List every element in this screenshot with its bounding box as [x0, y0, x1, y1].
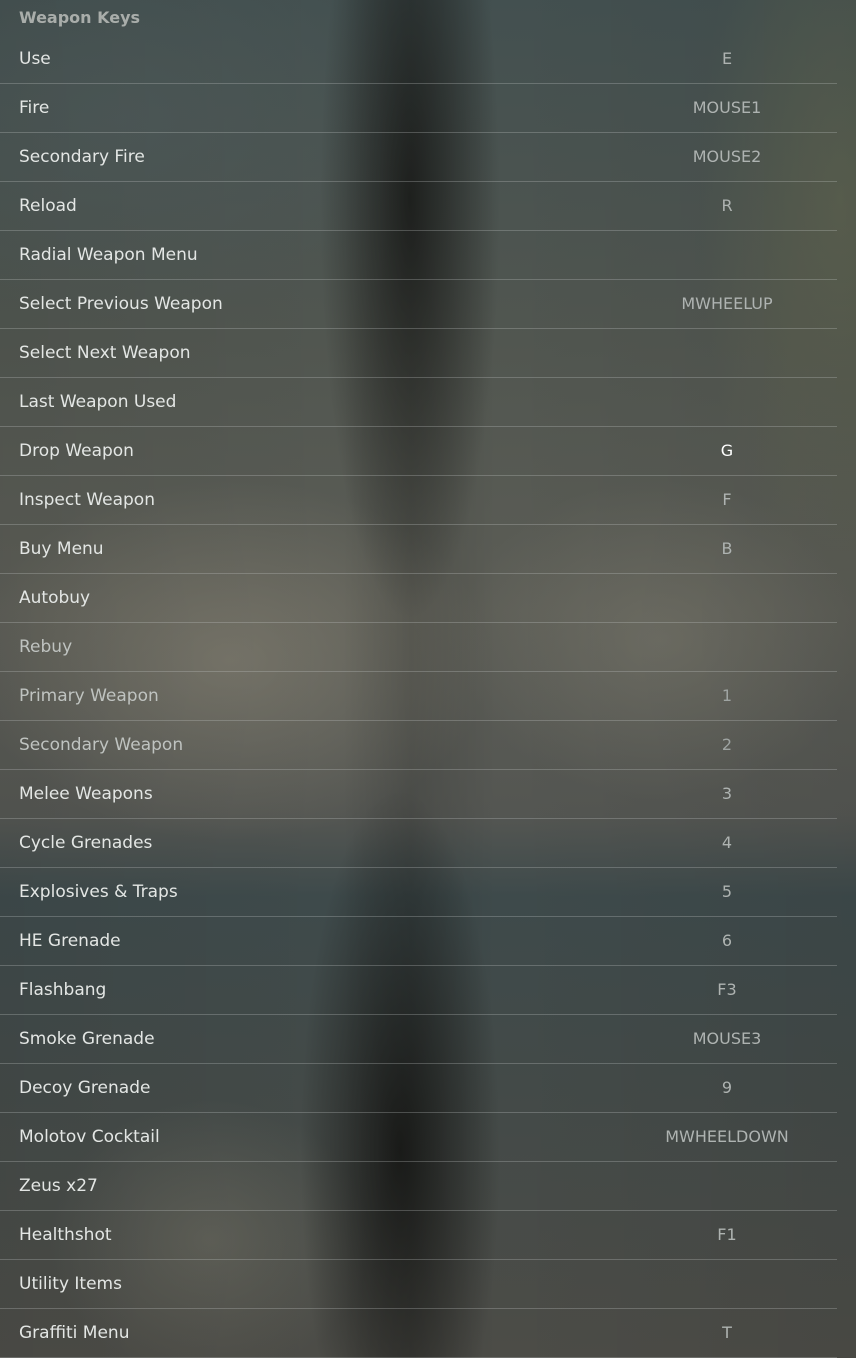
- binding-label: Secondary Fire: [19, 147, 145, 167]
- binding-label: Zeus x27: [19, 1176, 98, 1196]
- binding-row-flashbang[interactable]: Flashbang F3: [0, 966, 837, 1015]
- binding-label: Utility Items: [19, 1274, 122, 1294]
- binding-row-buy-menu[interactable]: Buy Menu B: [0, 525, 837, 574]
- binding-label: Flashbang: [19, 980, 107, 1000]
- binding-label: Secondary Weapon: [19, 735, 184, 755]
- binding-label: Cycle Grenades: [19, 833, 153, 853]
- binding-key[interactable]: 1: [617, 672, 837, 720]
- binding-label: Molotov Cocktail: [19, 1127, 160, 1147]
- binding-label: Melee Weapons: [19, 784, 153, 804]
- binding-row-melee-weapons[interactable]: Melee Weapons 3: [0, 770, 837, 819]
- binding-row-last-weapon-used[interactable]: Last Weapon Used: [0, 378, 837, 427]
- binding-key[interactable]: B: [617, 525, 837, 573]
- binding-row-cycle-grenades[interactable]: Cycle Grenades 4: [0, 819, 837, 868]
- binding-row-select-next-weapon[interactable]: Select Next Weapon: [0, 329, 837, 378]
- binding-key[interactable]: F1: [617, 1211, 837, 1259]
- binding-label: HE Grenade: [19, 931, 121, 951]
- binding-key[interactable]: F3: [617, 966, 837, 1014]
- binding-label: Radial Weapon Menu: [19, 245, 198, 265]
- binding-label: Last Weapon Used: [19, 392, 177, 412]
- binding-row-healthshot[interactable]: Healthshot F1: [0, 1211, 837, 1260]
- binding-row-molotov-cocktail[interactable]: Molotov Cocktail MWHEELDOWN: [0, 1113, 837, 1162]
- binding-row-fire[interactable]: Fire MOUSE1: [0, 84, 837, 133]
- binding-label: Rebuy: [19, 637, 73, 657]
- section-title: Weapon Keys: [19, 8, 141, 27]
- binding-row-drop-weapon[interactable]: Drop Weapon G: [0, 427, 837, 476]
- binding-key[interactable]: MWHEELDOWN: [617, 1113, 837, 1161]
- binding-key[interactable]: 4: [617, 819, 837, 867]
- binding-key[interactable]: MOUSE2: [617, 133, 837, 181]
- binding-row-utility-items[interactable]: Utility Items: [0, 1260, 837, 1309]
- binding-key[interactable]: MOUSE1: [617, 84, 837, 132]
- binding-row-primary-weapon[interactable]: Primary Weapon 1: [0, 672, 837, 721]
- binding-label: Autobuy: [19, 588, 91, 608]
- binding-key[interactable]: MOUSE3: [617, 1015, 837, 1063]
- binding-label: Explosives & Traps: [19, 882, 178, 902]
- binding-label: Smoke Grenade: [19, 1029, 155, 1049]
- binding-key[interactable]: E: [617, 35, 837, 83]
- binding-row-he-grenade[interactable]: HE Grenade 6: [0, 917, 837, 966]
- binding-key[interactable]: F: [617, 476, 837, 524]
- binding-label: Fire: [19, 98, 50, 118]
- binding-key[interactable]: T: [617, 1309, 837, 1357]
- binding-row-select-previous-weapon[interactable]: Select Previous Weapon MWHEELUP: [0, 280, 837, 329]
- binding-key[interactable]: MWHEELUP: [617, 280, 837, 328]
- binding-label: Decoy Grenade: [19, 1078, 151, 1098]
- binding-row-use[interactable]: Use E: [0, 35, 837, 84]
- binding-key[interactable]: R: [617, 182, 837, 230]
- binding-label: Select Next Weapon: [19, 343, 191, 363]
- binding-row-radial-weapon-menu[interactable]: Radial Weapon Menu: [0, 231, 837, 280]
- binding-row-smoke-grenade[interactable]: Smoke Grenade MOUSE3: [0, 1015, 837, 1064]
- binding-key[interactable]: 5: [617, 868, 837, 916]
- binding-label: Reload: [19, 196, 77, 216]
- weapon-keys-panel: Weapon Keys Use E Fire MOUSE1 Secondary …: [0, 0, 856, 1358]
- binding-row-decoy-grenade[interactable]: Decoy Grenade 9: [0, 1064, 837, 1113]
- binding-key[interactable]: 9: [617, 1064, 837, 1112]
- binding-row-zeus-x27[interactable]: Zeus x27: [0, 1162, 837, 1211]
- binding-row-autobuy[interactable]: Autobuy: [0, 574, 837, 623]
- binding-label: Primary Weapon: [19, 686, 159, 706]
- binding-row-rebuy[interactable]: Rebuy: [0, 623, 837, 672]
- binding-row-secondary-weapon[interactable]: Secondary Weapon 2: [0, 721, 837, 770]
- binding-row-reload[interactable]: Reload R: [0, 182, 837, 231]
- binding-label: Inspect Weapon: [19, 490, 155, 510]
- binding-key[interactable]: 3: [617, 770, 837, 818]
- binding-row-graffiti-menu[interactable]: Graffiti Menu T: [0, 1309, 837, 1358]
- binding-label: Select Previous Weapon: [19, 294, 223, 314]
- binding-row-secondary-fire[interactable]: Secondary Fire MOUSE2: [0, 133, 837, 182]
- binding-label: Drop Weapon: [19, 441, 134, 461]
- binding-label: Healthshot: [19, 1225, 112, 1245]
- binding-key[interactable]: G: [617, 427, 837, 475]
- binding-row-inspect-weapon[interactable]: Inspect Weapon F: [0, 476, 837, 525]
- binding-key[interactable]: 6: [617, 917, 837, 965]
- binding-row-explosives-traps[interactable]: Explosives & Traps 5: [0, 868, 837, 917]
- binding-label: Use: [19, 49, 51, 69]
- binding-label: Buy Menu: [19, 539, 104, 559]
- binding-label: Graffiti Menu: [19, 1323, 130, 1343]
- binding-key[interactable]: 2: [617, 721, 837, 769]
